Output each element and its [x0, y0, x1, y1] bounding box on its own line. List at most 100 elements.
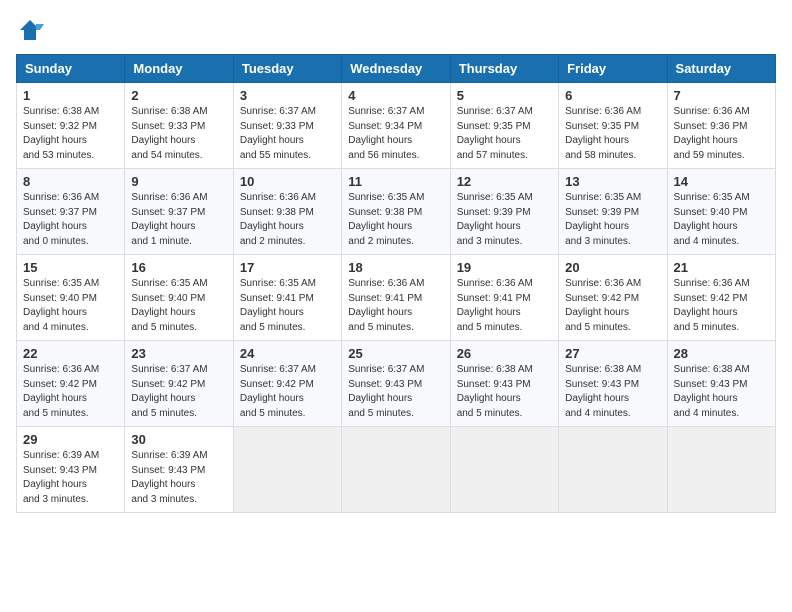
day-number: 21	[674, 260, 769, 275]
day-number: 27	[565, 346, 660, 361]
day-of-week-header: Tuesday	[233, 55, 341, 83]
calendar-cell	[667, 427, 775, 513]
day-number: 1	[23, 88, 118, 103]
day-number: 19	[457, 260, 552, 275]
calendar-cell: 21Sunrise: 6:36 AMSunset: 9:42 PMDayligh…	[667, 255, 775, 341]
calendar-cell: 26 Sunrise: 6:38 AMSunset: 9:43 PMDayligh…	[450, 341, 558, 427]
day-number: 5	[457, 88, 552, 103]
calendar-cell: 6 Sunrise: 6:36 AMSunset: 9:35 PMDaylight…	[559, 83, 667, 169]
day-number: 15	[23, 260, 118, 275]
day-info: Sunrise: 6:35 AMSunset: 9:40 PMDaylight …	[131, 277, 226, 335]
calendar-cell: 2 Sunrise: 6:38 AMSunset: 9:33 PMDaylight…	[125, 83, 233, 169]
calendar-cell: 3Sunrise: 6:37 AMSunset: 9:33 PMDaylight…	[233, 83, 341, 169]
day-number: 7	[674, 88, 769, 103]
day-info: Sunrise: 6:38 AMSunset: 9:43 PMDaylight …	[674, 363, 769, 421]
logo	[16, 16, 48, 44]
day-info: Sunrise: 6:36 AMSunset: 9:36 PMDaylight …	[674, 105, 769, 163]
day-of-week-header: Friday	[559, 55, 667, 83]
day-number: 30	[131, 432, 226, 447]
calendar-cell: 11 Sunrise: 6:35 AMSunset: 9:38 PMDayligh…	[342, 169, 450, 255]
day-info: Sunrise: 6:37 AMSunset: 9:34 PMDaylight …	[348, 105, 443, 163]
day-info: Sunrise: 6:37 AMSunset: 9:42 PMDaylight …	[240, 363, 335, 421]
day-info: Sunrise: 6:36 AMSunset: 9:41 PMDaylight …	[457, 277, 552, 335]
calendar-cell	[450, 427, 558, 513]
calendar-cell: 10 Sunrise: 6:36 AMSunset: 9:38 PMDayligh…	[233, 169, 341, 255]
day-number: 2	[131, 88, 226, 103]
day-info: Sunrise: 6:36 AMSunset: 9:37 PMDaylight …	[131, 191, 226, 249]
day-info: Sunrise: 6:38 AMSunset: 9:32 PMDaylight …	[23, 105, 118, 163]
day-number: 10	[240, 174, 335, 189]
calendar-cell: 22 Sunrise: 6:36 AMSunset: 9:42 PMDayligh…	[17, 341, 125, 427]
day-of-week-header: Sunday	[17, 55, 125, 83]
day-info: Sunrise: 6:37 AMSunset: 9:42 PMDaylight …	[131, 363, 226, 421]
day-info: Sunrise: 6:38 AMSunset: 9:43 PMDaylight …	[457, 363, 552, 421]
day-info: Sunrise: 6:39 AMSunset: 9:43 PMDaylight …	[131, 449, 226, 507]
day-number: 13	[565, 174, 660, 189]
day-info: Sunrise: 6:35 AMSunset: 9:40 PMDaylight …	[23, 277, 118, 335]
calendar-cell: 15 Sunrise: 6:35 AMSunset: 9:40 PMDayligh…	[17, 255, 125, 341]
calendar-cell: 12Sunrise: 6:35 AMSunset: 9:39 PMDayligh…	[450, 169, 558, 255]
calendar-table: SundayMondayTuesdayWednesdayThursdayFrid…	[16, 54, 776, 513]
calendar-cell: 17 Sunrise: 6:35 AMSunset: 9:41 PMDayligh…	[233, 255, 341, 341]
day-info: Sunrise: 6:36 AMSunset: 9:38 PMDaylight …	[240, 191, 335, 249]
calendar-cell: 20 Sunrise: 6:36 AMSunset: 9:42 PMDayligh…	[559, 255, 667, 341]
calendar-cell	[233, 427, 341, 513]
day-of-week-header: Monday	[125, 55, 233, 83]
day-number: 25	[348, 346, 443, 361]
calendar-cell: 1 Sunrise: 6:38 AMSunset: 9:32 PMDaylight…	[17, 83, 125, 169]
calendar-cell	[559, 427, 667, 513]
day-info: Sunrise: 6:36 AMSunset: 9:37 PMDaylight …	[23, 191, 118, 249]
calendar-cell	[342, 427, 450, 513]
calendar-cell: 18 Sunrise: 6:36 AMSunset: 9:41 PMDayligh…	[342, 255, 450, 341]
day-number: 14	[674, 174, 769, 189]
day-number: 9	[131, 174, 226, 189]
day-number: 6	[565, 88, 660, 103]
calendar-week-row: 1 Sunrise: 6:38 AMSunset: 9:32 PMDaylight…	[17, 83, 776, 169]
day-info: Sunrise: 6:37 AMSunset: 9:35 PMDaylight …	[457, 105, 552, 163]
calendar-week-row: 15 Sunrise: 6:35 AMSunset: 9:40 PMDayligh…	[17, 255, 776, 341]
day-of-week-header: Wednesday	[342, 55, 450, 83]
day-number: 29	[23, 432, 118, 447]
day-info: Sunrise: 6:39 AMSunset: 9:43 PMDaylight …	[23, 449, 118, 507]
calendar-cell: 9 Sunrise: 6:36 AMSunset: 9:37 PMDaylight…	[125, 169, 233, 255]
calendar-cell: 4Sunrise: 6:37 AMSunset: 9:34 PMDaylight…	[342, 83, 450, 169]
day-number: 11	[348, 174, 443, 189]
logo-icon	[16, 16, 44, 44]
day-number: 17	[240, 260, 335, 275]
day-number: 8	[23, 174, 118, 189]
day-number: 28	[674, 346, 769, 361]
calendar-cell: 30 Sunrise: 6:39 AMSunset: 9:43 PMDayligh…	[125, 427, 233, 513]
page-header	[16, 16, 776, 44]
calendar-cell: 27 Sunrise: 6:38 AMSunset: 9:43 PMDayligh…	[559, 341, 667, 427]
day-info: Sunrise: 6:35 AMSunset: 9:40 PMDaylight …	[674, 191, 769, 249]
calendar-week-row: 29 Sunrise: 6:39 AMSunset: 9:43 PMDayligh…	[17, 427, 776, 513]
day-number: 24	[240, 346, 335, 361]
calendar-cell: 23 Sunrise: 6:37 AMSunset: 9:42 PMDayligh…	[125, 341, 233, 427]
day-info: Sunrise: 6:36 AMSunset: 9:41 PMDaylight …	[348, 277, 443, 335]
day-info: Sunrise: 6:38 AMSunset: 9:33 PMDaylight …	[131, 105, 226, 163]
day-info: Sunrise: 6:36 AMSunset: 9:35 PMDaylight …	[565, 105, 660, 163]
day-of-week-header: Saturday	[667, 55, 775, 83]
calendar-cell: 7 Sunrise: 6:36 AMSunset: 9:36 PMDaylight…	[667, 83, 775, 169]
day-info: Sunrise: 6:36 AMSunset: 9:42 PMDaylight …	[565, 277, 660, 335]
day-info: Sunrise: 6:36 AMSunset: 9:42 PMDaylight …	[23, 363, 118, 421]
calendar-cell: 28 Sunrise: 6:38 AMSunset: 9:43 PMDayligh…	[667, 341, 775, 427]
day-number: 12	[457, 174, 552, 189]
calendar-cell: 29 Sunrise: 6:39 AMSunset: 9:43 PMDayligh…	[17, 427, 125, 513]
day-number: 18	[348, 260, 443, 275]
day-number: 22	[23, 346, 118, 361]
calendar-week-row: 8 Sunrise: 6:36 AMSunset: 9:37 PMDaylight…	[17, 169, 776, 255]
calendar-cell: 19 Sunrise: 6:36 AMSunset: 9:41 PMDayligh…	[450, 255, 558, 341]
day-number: 20	[565, 260, 660, 275]
calendar-cell: 16Sunrise: 6:35 AMSunset: 9:40 PMDayligh…	[125, 255, 233, 341]
calendar-cell: 8 Sunrise: 6:36 AMSunset: 9:37 PMDaylight…	[17, 169, 125, 255]
day-number: 23	[131, 346, 226, 361]
day-info: Sunrise: 6:35 AMSunset: 9:38 PMDaylight …	[348, 191, 443, 249]
calendar-cell: 5 Sunrise: 6:37 AMSunset: 9:35 PMDaylight…	[450, 83, 558, 169]
day-info: Sunrise: 6:35 AMSunset: 9:41 PMDaylight …	[240, 277, 335, 335]
day-number: 3	[240, 88, 335, 103]
day-info: Sunrise: 6:35 AMSunset: 9:39 PMDaylight …	[565, 191, 660, 249]
calendar-cell: 14 Sunrise: 6:35 AMSunset: 9:40 PMDayligh…	[667, 169, 775, 255]
day-number: 26	[457, 346, 552, 361]
day-info: Sunrise: 6:38 AMSunset: 9:43 PMDaylight …	[565, 363, 660, 421]
